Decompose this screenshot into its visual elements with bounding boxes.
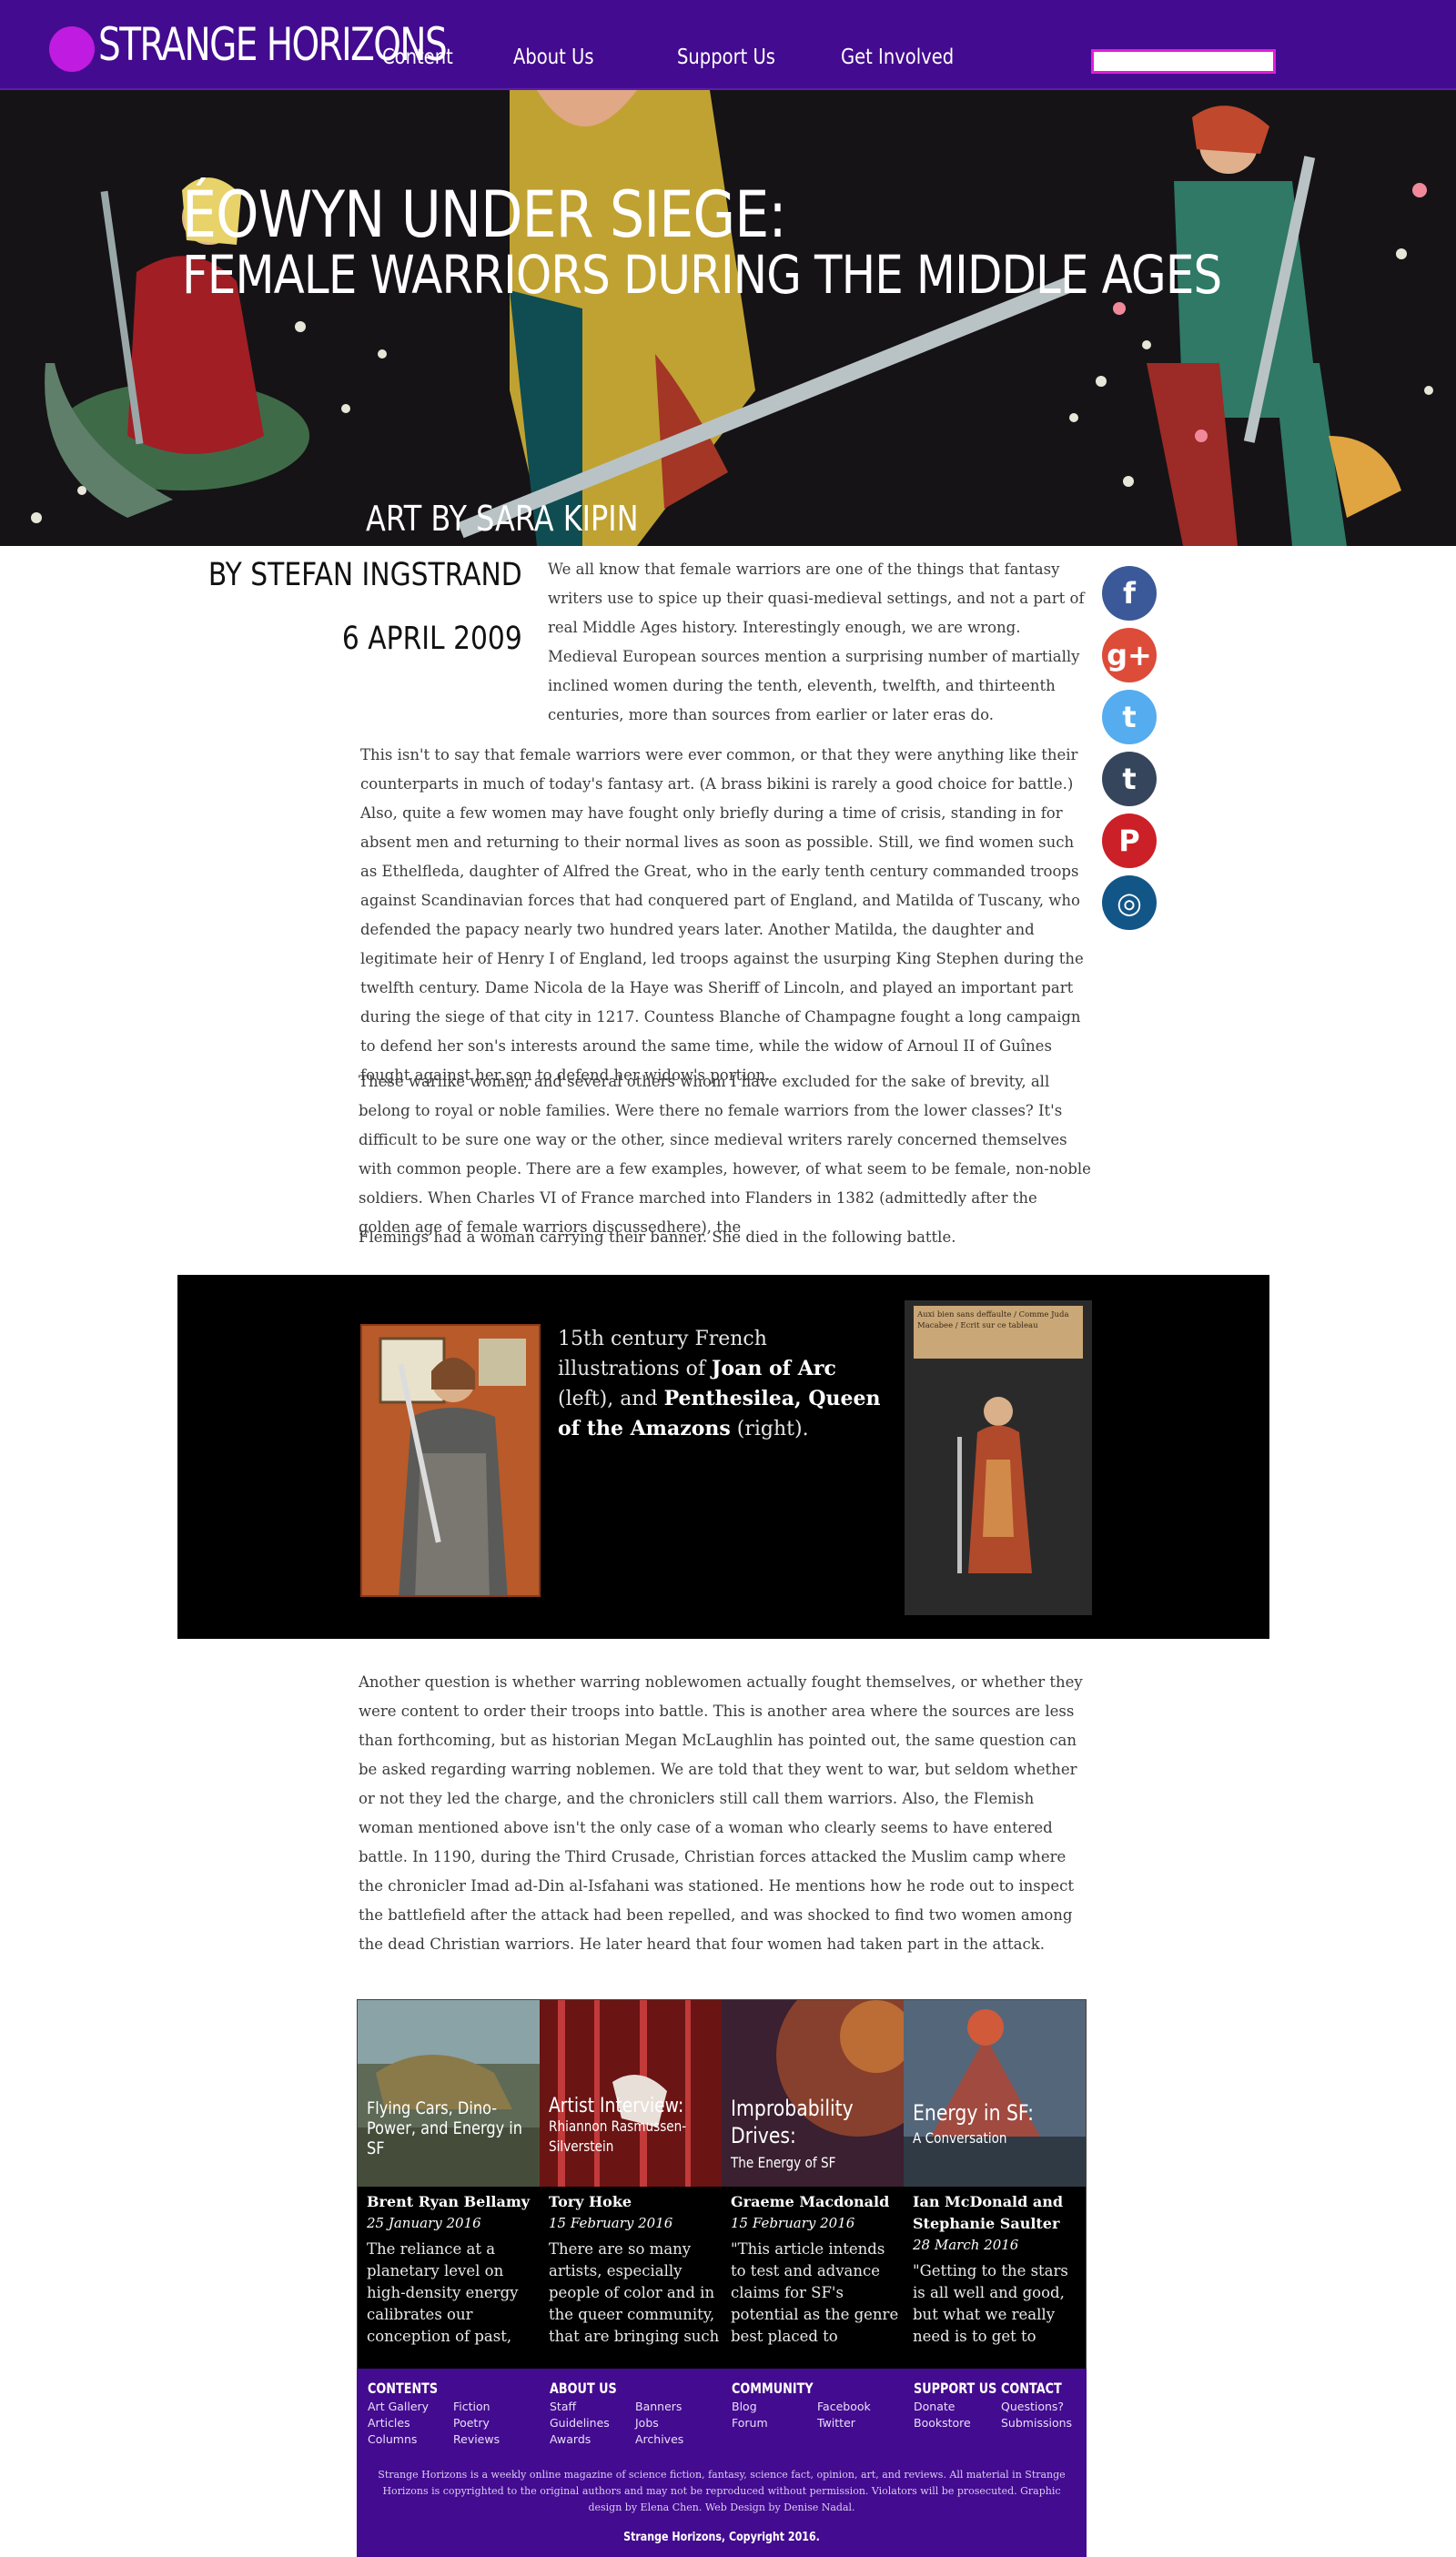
footer-link-donate[interactable]: Donate — [914, 2399, 955, 2415]
caption-joan-of-arc: Joan of Arc — [712, 1357, 836, 1380]
footer-link-blog[interactable]: Blog — [732, 2399, 757, 2415]
pinterest-icon[interactable]: P — [1102, 814, 1157, 868]
article-paragraph: These warlike women, and several others … — [359, 1073, 1091, 1236]
related-card-excerpt: There are so many artists, especially pe… — [549, 2240, 720, 2345]
footer-link-staff[interactable]: Staff — [550, 2399, 576, 2415]
joan-of-arc-image — [360, 1324, 541, 1597]
footer-link-submissions[interactable]: Submissions — [1001, 2415, 1072, 2431]
nav-content[interactable]: Content — [382, 45, 453, 69]
site-footer: CONTENTS Art Gallery Articles Columns Fi… — [357, 2369, 1087, 2557]
footer-legal-text: Strange Horizons is a weekly online maga… — [378, 2469, 1066, 2513]
footer-link-fiction[interactable]: Fiction — [453, 2399, 490, 2415]
related-card-subtitle[interactable]: Rhiannon Rasmussen-Silverstein — [549, 2117, 727, 2157]
article-paragraph: Flemings had a woman carrying their bann… — [359, 1228, 956, 1246]
tumblr-icon[interactable]: t — [1102, 752, 1157, 806]
footer-heading-contact[interactable]: CONTACT — [1001, 2380, 1062, 2397]
logo-circle-icon[interactable] — [49, 26, 95, 72]
related-card-date: 28 March 2016 — [913, 2237, 1019, 2253]
footer-heading-contents[interactable]: CONTENTS — [368, 2380, 438, 2397]
related-card-author[interactable]: Brent Ryan Bellamy — [367, 2191, 535, 2213]
related-card-title-main[interactable]: Artist Interview: — [549, 2095, 683, 2117]
related-card-author[interactable]: Ian McDonald and Stephanie Saulter — [913, 2191, 1081, 2235]
site-header: STRANGE HORIZONS Content About Us Suppor… — [0, 0, 1456, 90]
related-card-subtitle[interactable]: The Energy of SF — [731, 2149, 909, 2177]
article-paragraph: This isn't to say that female warriors w… — [360, 746, 1084, 1084]
footer-link-facebook[interactable]: Facebook — [817, 2399, 871, 2415]
related-card-date: 15 February 2016 — [731, 2215, 855, 2231]
google-plus-icon[interactable]: g+ — [1102, 628, 1157, 682]
footer-link-art-gallery[interactable]: Art Gallery — [368, 2399, 429, 2415]
related-card-title[interactable]: Energy in SF: A Conversation — [913, 2100, 1091, 2151]
related-card-author[interactable]: Tory Hoke — [549, 2191, 717, 2213]
footer-heading-support[interactable]: SUPPORT US — [914, 2380, 996, 2397]
related-card-author[interactable]: Graeme Macdonald — [731, 2191, 899, 2213]
related-card[interactable]: Improbability Drives: The Energy of SF G… — [722, 2000, 904, 2370]
article-paragraph: Another question is whether warring nobl… — [359, 1673, 1083, 1953]
related-card-image — [540, 2000, 722, 2187]
hero-illustration — [0, 90, 1456, 546]
article-byline: BY STEFAN INGSTRAND — [208, 557, 522, 593]
footer-heading-about[interactable]: ABOUT US — [550, 2380, 617, 2397]
related-card-title[interactable]: Flying Cars, Dino-Power, and Energy in S… — [367, 2098, 545, 2158]
footer-link-guidelines[interactable]: Guidelines — [550, 2415, 610, 2431]
footer-link-reviews[interactable]: Reviews — [453, 2431, 500, 2448]
hero-art-credit: ART BY SARA KIPIN — [366, 499, 639, 539]
nav-get-involved[interactable]: Get Involved — [841, 45, 954, 69]
footer-link-twitter[interactable]: Twitter — [817, 2415, 855, 2431]
related-card-excerpt: The reliance at a planetary level on hig… — [367, 2240, 519, 2345]
penthesilea-image: Auxi bien sans deffaulte / Comme Juda Ma… — [905, 1300, 1092, 1615]
search-input[interactable] — [1091, 49, 1276, 74]
footer-copyright: Strange Horizons, Copyright 2016. — [623, 2531, 820, 2544]
related-card[interactable]: Flying Cars, Dino-Power, and Energy in S… — [358, 2000, 540, 2370]
nav-about-us[interactable]: About Us — [513, 45, 594, 69]
footer-link-columns[interactable]: Columns — [368, 2431, 417, 2448]
footer-link-forum[interactable]: Forum — [732, 2415, 768, 2431]
twitter-icon[interactable]: t — [1102, 690, 1157, 744]
article-date: 6 APRIL 2009 — [342, 621, 522, 657]
related-card-date: 15 February 2016 — [549, 2215, 673, 2231]
article-paragraph-intro: We all know that female warriors are one… — [548, 561, 1085, 723]
footer-link-awards[interactable]: Awards — [550, 2431, 591, 2448]
related-articles: Flying Cars, Dino-Power, and Energy in S… — [357, 1999, 1087, 2370]
related-card-date: 25 January 2016 — [367, 2215, 481, 2231]
related-card-title-main[interactable]: Energy in SF: — [913, 2100, 1034, 2126]
related-card-title[interactable]: Artist Interview: Rhiannon Rasmussen-Sil… — [549, 2097, 727, 2157]
footer-link-poetry[interactable]: Poetry — [453, 2415, 490, 2431]
hero-banner: ÉOWYN UNDER SIEGE: FEMALE WARRIORS DURIN… — [0, 90, 1456, 546]
caption-text: (left), and — [558, 1388, 664, 1410]
hero-title-subtitle: FEMALE WARRIORS DURING THE MIDDLE AGES — [182, 244, 1222, 306]
footer-link-banners[interactable]: Banners — [635, 2399, 682, 2415]
figure-caption: 15th century French illustrations of Joa… — [558, 1325, 895, 1444]
related-card-excerpt: "This article intends to test and advanc… — [731, 2240, 899, 2345]
instagram-icon[interactable]: ◎ — [1102, 875, 1157, 930]
related-card[interactable]: Energy in SF: A Conversation Ian McDonal… — [904, 2000, 1086, 2370]
footer-link-archives[interactable]: Archives — [635, 2431, 683, 2448]
related-card[interactable]: Artist Interview: Rhiannon Rasmussen-Sil… — [540, 2000, 722, 2370]
footer-link-articles[interactable]: Articles — [368, 2415, 410, 2431]
footer-link-bookstore[interactable]: Bookstore — [914, 2415, 971, 2431]
footer-heading-community[interactable]: COMMUNITY — [732, 2380, 814, 2397]
caption-text: (right). — [730, 1418, 809, 1440]
hero-title-main: ÉOWYN UNDER SIEGE: — [182, 177, 787, 252]
related-card-image — [904, 2000, 1086, 2187]
facebook-icon[interactable]: f — [1102, 566, 1157, 621]
related-card-excerpt: "Getting to the stars is all well and go… — [913, 2262, 1068, 2345]
footer-link-questions[interactable]: Questions? — [1001, 2399, 1064, 2415]
related-card-image — [358, 2000, 540, 2187]
related-card-title-main[interactable]: Improbability Drives: — [731, 2096, 854, 2148]
related-card-title[interactable]: Improbability Drives: The Energy of SF — [731, 2095, 909, 2177]
nav-support-us[interactable]: Support Us — [677, 45, 775, 69]
footer-link-jobs[interactable]: Jobs — [635, 2415, 659, 2431]
related-card-subtitle[interactable]: A Conversation — [913, 2126, 1091, 2151]
